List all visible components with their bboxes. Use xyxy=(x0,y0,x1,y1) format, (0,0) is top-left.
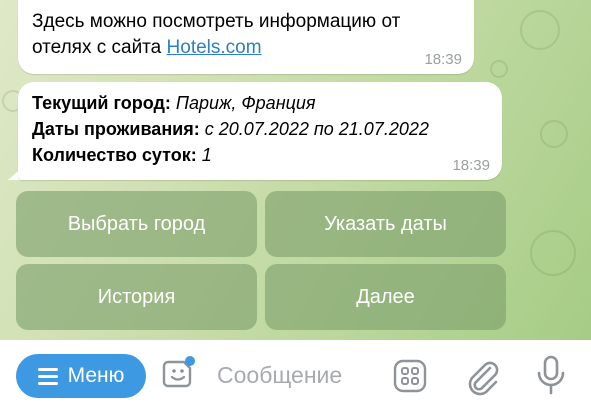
nights-value: 1 xyxy=(201,145,212,165)
sticker-icon[interactable] xyxy=(162,356,196,390)
chat-background: Здесь можно посмотреть информацию от оте… xyxy=(0,0,591,340)
microphone-icon[interactable] xyxy=(534,354,568,396)
hotels-link[interactable]: Hotels.com xyxy=(167,37,262,58)
paperclip-icon[interactable] xyxy=(462,356,502,396)
nights-label: Количество суток: xyxy=(32,145,197,165)
message-bubble-intro: Здесь можно посмотреть информацию от оте… xyxy=(18,0,474,74)
message-time: 18:39 xyxy=(424,51,462,68)
city-line: Текущий город: Париж, Франция xyxy=(32,90,488,116)
background-doodle xyxy=(490,60,508,78)
message-line: отелях с сайта xyxy=(32,37,167,58)
menu-icon xyxy=(37,367,58,385)
background-doodle xyxy=(540,120,568,148)
menu-label: Меню xyxy=(67,364,125,387)
dates-line: Даты проживания: с 20.07.2022 по 21.07.2… xyxy=(32,116,488,142)
set-dates-button[interactable]: Указать даты xyxy=(265,191,506,257)
message-text: Здесь можно посмотреть информацию от оте… xyxy=(32,9,460,61)
nights-line: Количество суток: 1 xyxy=(32,142,488,168)
message-line: Здесь можно посмотреть информацию от xyxy=(32,11,401,32)
next-button[interactable]: Далее xyxy=(265,264,506,330)
background-doodle xyxy=(520,10,560,50)
apps-icon[interactable] xyxy=(392,358,428,394)
choose-city-button[interactable]: Выбрать город xyxy=(16,191,257,257)
city-label: Текущий город: xyxy=(32,93,171,113)
menu-button[interactable]: Меню xyxy=(16,354,146,398)
message-bubble-status: Текущий город: Париж, Франция Даты прожи… xyxy=(18,82,502,180)
history-button[interactable]: История xyxy=(16,264,257,330)
message-input[interactable]: Сообщение xyxy=(217,362,342,389)
message-input-bar: Меню Сообщение xyxy=(0,340,591,410)
dates-label: Даты проживания: xyxy=(32,119,200,139)
dates-value: с 20.07.2022 по 21.07.2022 xyxy=(204,119,429,139)
message-time: 18:39 xyxy=(452,157,490,174)
background-doodle xyxy=(530,230,576,276)
city-value: Париж, Франция xyxy=(175,93,316,113)
